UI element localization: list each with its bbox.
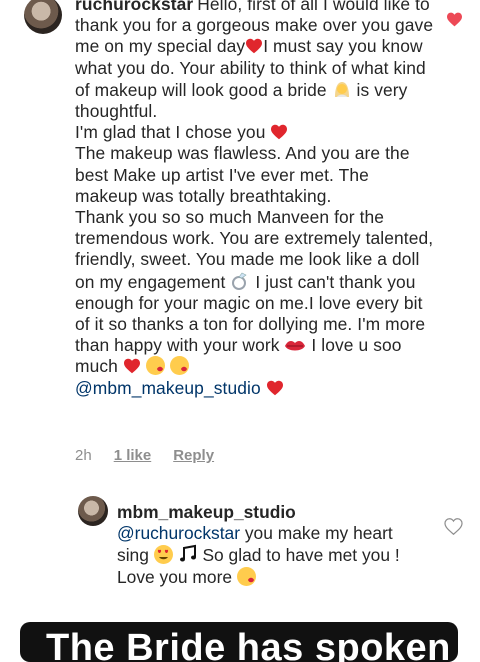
mention-link[interactable]: @mbm_makeup_studio	[75, 378, 261, 398]
reply-text-2: So glad to have met you !	[202, 545, 400, 566]
comment-username[interactable]: ruchurockstar	[75, 0, 193, 14]
reply-body: mbm_makeup_studio @ruchurockstar you mak…	[117, 502, 427, 588]
comment-text-5: The makeup was flawless. And you are the…	[75, 143, 410, 206]
reply-button[interactable]: Reply	[173, 447, 214, 464]
kissing-face-emoji	[169, 356, 189, 376]
heart-outline-icon[interactable]	[444, 518, 463, 535]
red-heart-emoji	[123, 359, 140, 374]
kiss-mark-emoji	[285, 341, 306, 351]
kissing-face-emoji	[145, 356, 165, 376]
comment-body: ruchurockstar Hello, first of all I would…	[75, 0, 435, 399]
bride-emoji	[334, 81, 349, 97]
comment-text-4: I'm glad that I chose you	[75, 122, 266, 143]
heart-like-icon[interactable]	[446, 12, 463, 27]
timestamp: 2h	[75, 447, 92, 464]
reply-mention-link[interactable]: @ruchurockstar	[117, 523, 240, 543]
likes-count-link[interactable]: 1 like	[114, 447, 152, 464]
reply-username[interactable]: mbm_makeup_studio	[117, 502, 296, 522]
kissing-face-emoji	[236, 566, 256, 586]
red-heart-emoji	[266, 380, 283, 395]
music-notes-emoji	[179, 545, 196, 562]
red-heart-emoji	[271, 124, 288, 140]
reply-text-3: Love you more	[117, 566, 233, 587]
ring-emoji	[232, 272, 247, 290]
red-heart-emoji	[246, 39, 263, 54]
heart-eyes-emoji	[153, 545, 173, 565]
comment-meta: 2h 1 like Reply	[75, 447, 214, 464]
caption-banner: The Bride has spoken !	[20, 622, 458, 662]
avatar[interactable]	[24, 0, 62, 34]
reply-avatar[interactable]	[78, 496, 108, 526]
